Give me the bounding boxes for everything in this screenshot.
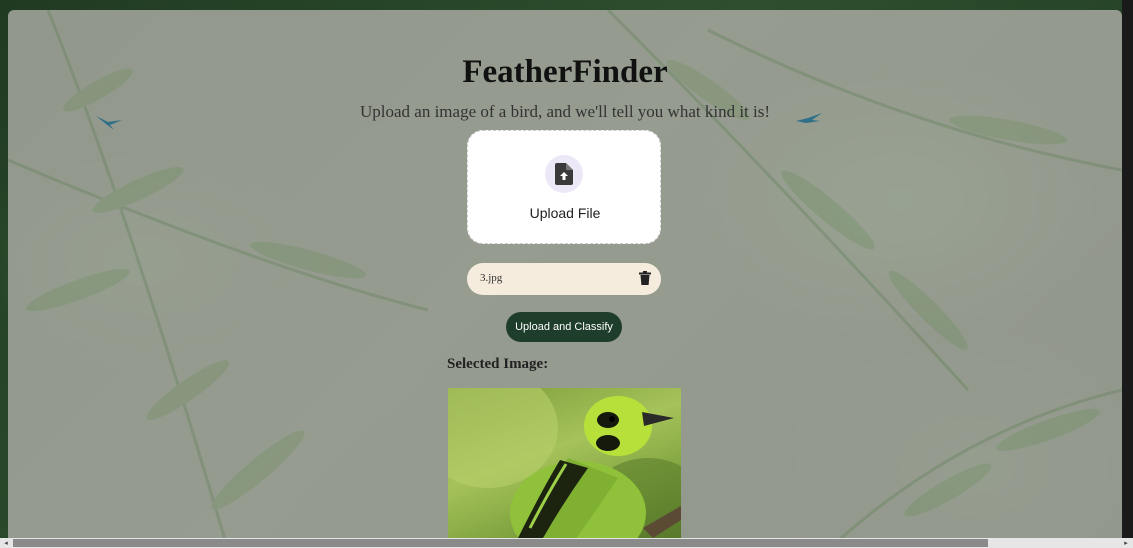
- page-title: FeatherFinder: [462, 54, 668, 90]
- window-edge: [1122, 0, 1133, 538]
- selected-image-heading: Selected Image:: [447, 356, 549, 372]
- horizontal-scrollbar[interactable]: ◂ ▸: [0, 538, 1133, 548]
- selected-bird-image: [448, 388, 681, 548]
- file-upload-icon: [555, 163, 573, 185]
- selected-file-row: 3.jpg: [467, 263, 661, 295]
- scrollbar-thumb[interactable]: [13, 539, 988, 547]
- upload-and-classify-button[interactable]: Upload and Classify: [506, 312, 622, 342]
- file-name: 3.jpg: [480, 272, 503, 284]
- bird-illustration: [448, 388, 681, 548]
- upload-file-label: Upload File: [529, 205, 601, 221]
- scroll-left-arrow-icon[interactable]: ◂: [1, 538, 11, 548]
- main-panel: FeatherFinder Upload an image of a bird,…: [8, 10, 1122, 548]
- upload-file-dropzone[interactable]: Upload File: [467, 130, 661, 244]
- page-subtitle: Upload an image of a bird, and we'll tel…: [359, 102, 771, 121]
- scroll-right-arrow-icon[interactable]: ▸: [1121, 538, 1131, 548]
- trash-icon[interactable]: [639, 271, 651, 285]
- upload-icon-badge: [545, 155, 583, 193]
